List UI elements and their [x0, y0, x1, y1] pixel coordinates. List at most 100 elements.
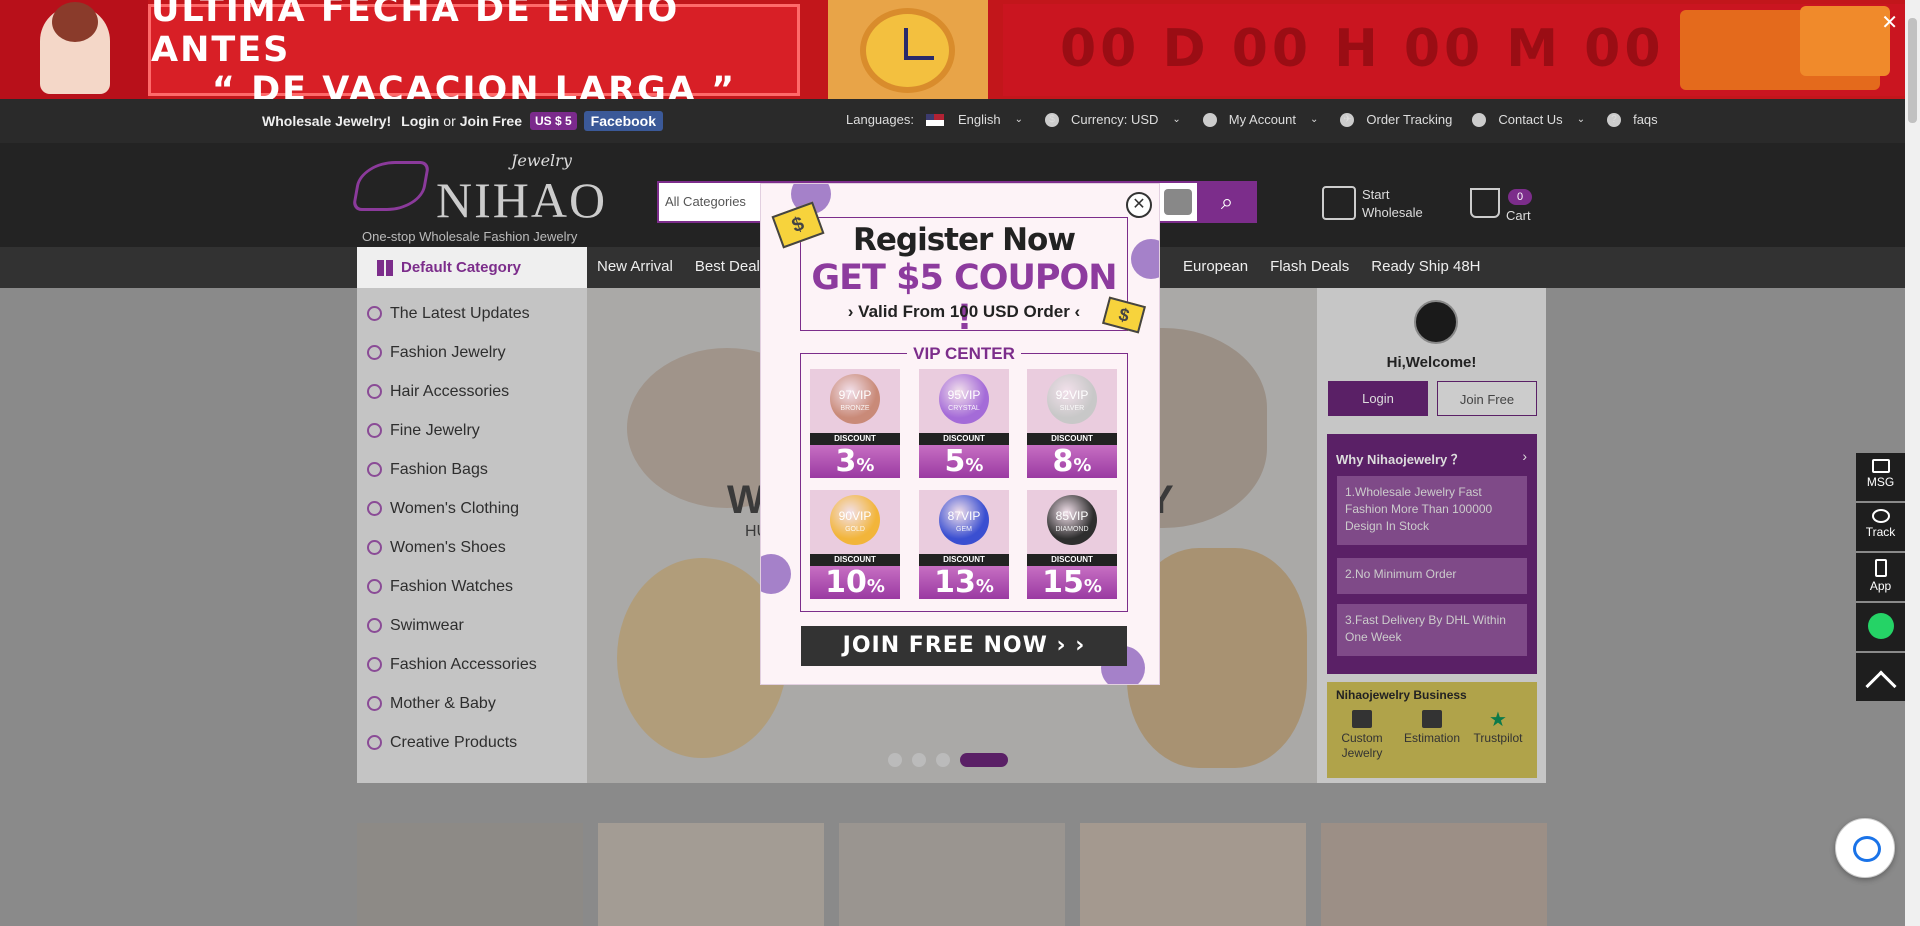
login-link[interactable]: Login: [401, 113, 439, 129]
vip-medal: 92VIP SILVER: [1047, 374, 1097, 424]
carousel-dot[interactable]: [912, 753, 926, 767]
sidebar-item-fashion-accessories[interactable]: Fashion Accessories: [357, 645, 587, 684]
banner-girl-illustration: [40, 2, 110, 94]
mail-icon: [1871, 459, 1890, 473]
banner-close-icon[interactable]: ✕: [1881, 10, 1898, 35]
site-logo[interactable]: Jewelry NIHAO One-stop Wholesale Fashion…: [351, 151, 605, 244]
vip-tier-name: GOLD: [845, 526, 865, 533]
chevron-up-icon: [1864, 670, 1897, 702]
sidebar-item-fine-jewelry[interactable]: Fine Jewelry: [357, 411, 587, 450]
vip-tier-name: GEM: [956, 526, 972, 533]
sidebar-item-womens-shoes[interactable]: Women's Shoes: [357, 528, 587, 567]
join-free-now-button[interactable]: JOIN FREE NOW › ›: [801, 626, 1127, 666]
my-account-menu[interactable]: My Account: [1229, 112, 1296, 127]
sidebar-item-swimwear[interactable]: Swimwear: [357, 606, 587, 645]
nav-new-arrival[interactable]: New Arrival: [597, 258, 673, 275]
vip-card-gold: 90VIP GOLD DISCOUNT 10%: [810, 490, 900, 599]
trustpilot-link[interactable]: ★ Trustpilot: [1465, 710, 1531, 746]
cart-icon[interactable]: [1470, 188, 1500, 218]
search-doc-icon: [1352, 710, 1372, 728]
sidebar-item-mother-baby[interactable]: Mother & Baby: [357, 684, 587, 723]
join-free-link[interactable]: Join Free: [460, 113, 522, 129]
discount-percent: 10%: [810, 566, 900, 599]
msg-button[interactable]: MSG: [1856, 453, 1905, 501]
discount-value: 10: [825, 565, 867, 600]
nav-flash-deals[interactable]: Flash Deals: [1270, 258, 1349, 275]
language-selector[interactable]: English: [958, 112, 1001, 127]
search-category-select[interactable]: All Categories: [665, 194, 746, 209]
default-category-button[interactable]: Default Category: [357, 247, 587, 288]
custom-jewelry-link[interactable]: Custom Jewelry: [1329, 710, 1395, 761]
vip-medal: 97VIP BRONZE: [830, 374, 880, 424]
nav-best-deal[interactable]: Best Deal: [695, 258, 760, 275]
sidebar-item-fashion-watches[interactable]: Fashion Watches: [357, 567, 587, 606]
app-label: App: [1869, 579, 1892, 593]
start-wholesale-line2: Wholesale: [1362, 205, 1423, 220]
nav-european[interactable]: European: [1183, 258, 1248, 275]
carousel-dot[interactable]: [888, 753, 902, 767]
carousel-dot[interactable]: [936, 753, 950, 767]
facebook-link[interactable]: Facebook: [583, 111, 664, 131]
welcome-text: Hi,Welcome!: [1386, 354, 1477, 371]
vip-level: 85VIP: [1055, 509, 1089, 523]
sidebar-item-label: Hair Accessories: [390, 382, 510, 400]
dress-icon: [367, 501, 382, 516]
product-card[interactable]: [598, 823, 824, 926]
sidebar-item-creative-products[interactable]: Creative Products: [357, 723, 587, 762]
product-card[interactable]: [839, 823, 1065, 926]
faqs-link[interactable]: faqs: [1633, 112, 1658, 127]
sidebar-item-hair-accessories[interactable]: Hair Accessories: [357, 372, 587, 411]
coupon-badge[interactable]: US $ 5: [529, 112, 577, 130]
sidebar-item-womens-clothing[interactable]: Women's Clothing: [357, 489, 587, 528]
why-title: Why Nihaojewelry ？: [1336, 452, 1464, 467]
contact-us-menu[interactable]: Contact Us: [1498, 112, 1562, 127]
scrollbar-thumb[interactable]: [1908, 18, 1917, 123]
truck-illustration: [1680, 6, 1890, 90]
back-to-top-button[interactable]: [1856, 653, 1905, 702]
vip-card-diamond: 85VIP DIAMOND DISCOUNT 15%: [1027, 490, 1117, 599]
whatsapp-button[interactable]: [1856, 603, 1905, 651]
topbar-left: Wholesale Jewelry! Login or Join Free US…: [262, 111, 664, 131]
decoration-blob: [1131, 239, 1159, 279]
start-wholesale-link[interactable]: Start Wholesale: [1362, 186, 1423, 222]
vip-medal: 95VIP CRYSTAL: [939, 374, 989, 424]
chevron-down-icon: ⌄: [1576, 114, 1586, 125]
stroller-icon: [367, 696, 382, 711]
track-button[interactable]: Track: [1856, 503, 1905, 551]
chevron-right-icon[interactable]: ›: [1522, 448, 1527, 464]
sidebar-item-fashion-bags[interactable]: Fashion Bags: [357, 450, 587, 489]
estimation-link[interactable]: Estimation: [1399, 710, 1465, 746]
search-button[interactable]: ⌕: [1197, 183, 1257, 221]
currency-icon: $: [1044, 112, 1059, 127]
sidebar-item-label: Fashion Jewelry: [390, 343, 506, 361]
sidebar-item-fashion-jewelry[interactable]: Fashion Jewelry: [357, 333, 587, 372]
camera-icon[interactable]: [1164, 189, 1192, 215]
sidebar-item-label: Fashion Accessories: [390, 655, 537, 673]
panel-login-button[interactable]: Login: [1328, 381, 1428, 416]
nav-ready-ship[interactable]: Ready Ship 48H: [1371, 258, 1480, 275]
close-icon[interactable]: ✕: [1126, 192, 1152, 218]
vip-medal: 87VIP GEM: [939, 495, 989, 545]
category-sidebar: The Latest Updates Fashion Jewelry Hair …: [357, 288, 587, 783]
chevron-down-icon: ⌄: [1014, 114, 1023, 125]
avatar: [1414, 300, 1458, 344]
wholesale-text: Wholesale Jewelry!: [262, 113, 392, 129]
product-card[interactable]: [1080, 823, 1306, 926]
product-card[interactable]: [357, 823, 583, 926]
product-card[interactable]: [1321, 823, 1547, 926]
app-button[interactable]: App: [1856, 553, 1905, 601]
scrollbar[interactable]: [1905, 0, 1920, 926]
truck-icon[interactable]: [1322, 186, 1356, 220]
shoe-icon: [367, 540, 382, 555]
sidebar-item-latest-updates[interactable]: The Latest Updates: [357, 294, 587, 333]
panel-join-button[interactable]: Join Free: [1437, 381, 1537, 416]
sidebar-item-label: Women's Shoes: [390, 538, 506, 556]
chat-widget-button[interactable]: [1835, 818, 1895, 878]
order-tracking-link[interactable]: Order Tracking: [1366, 112, 1452, 127]
carousel-dot-active[interactable]: [960, 753, 1008, 767]
currency-selector[interactable]: Currency: USD: [1071, 112, 1158, 127]
promo-banner[interactable]: ÚLTIMA FECHA DE ENVÍO ANTES “ DE VACACIO…: [0, 0, 1920, 99]
cart-label[interactable]: Cart: [1506, 207, 1531, 225]
vip-medal: 90VIP GOLD: [830, 495, 880, 545]
banner-line-1: ÚLTIMA FECHA DE ENVÍO ANTES: [151, 0, 680, 70]
